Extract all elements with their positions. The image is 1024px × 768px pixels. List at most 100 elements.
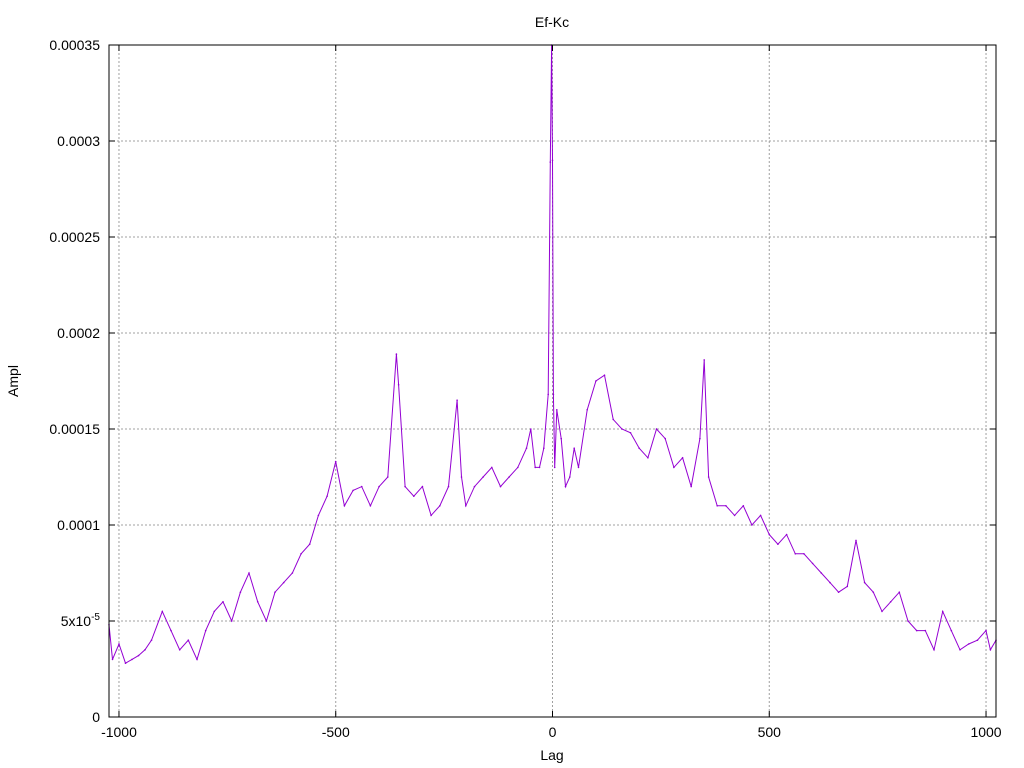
- series-point: [586, 409, 588, 411]
- series-point: [204, 629, 207, 632]
- series-point: [118, 643, 120, 645]
- y-tick-label: 0.00025: [49, 229, 100, 245]
- y-tick-label: 0: [92, 709, 100, 725]
- series-point: [638, 447, 640, 450]
- series-point: [742, 505, 745, 507]
- series-point: [803, 553, 805, 555]
- series-point: [248, 572, 250, 574]
- series-point: [534, 466, 536, 469]
- series-point: [395, 353, 398, 355]
- series-point: [924, 629, 927, 632]
- series-point: [413, 495, 415, 498]
- series-point: [556, 409, 558, 411]
- series-point: [482, 476, 484, 478]
- y-tick-label: 0.0003: [57, 133, 100, 149]
- series-point: [907, 620, 909, 622]
- series-point: [989, 649, 992, 651]
- series-point: [547, 393, 549, 396]
- series-point: [456, 399, 458, 402]
- x-axis-label: Lag: [540, 747, 563, 763]
- series-point: [569, 476, 571, 478]
- series-point: [439, 505, 441, 507]
- series-point: [291, 572, 294, 574]
- series-point: [308, 543, 311, 545]
- series-point: [664, 437, 666, 440]
- series-point: [317, 514, 320, 517]
- series-point: [447, 485, 450, 488]
- series-point: [222, 601, 224, 603]
- chart-svg: -1000 -500 0 500 1000 0 5x10-5 0.0001 0.00015 0.0…: [5, 14, 1002, 763]
- series-point: [829, 581, 831, 584]
- series-point: [881, 610, 883, 613]
- series-point: [187, 639, 190, 641]
- series-point: [256, 601, 259, 603]
- series-point: [421, 485, 424, 488]
- series-point: [499, 485, 502, 488]
- series-point: [673, 466, 675, 469]
- series-point: [397, 384, 400, 386]
- series-point: [144, 649, 146, 651]
- series-point: [785, 533, 788, 536]
- series-point: [863, 581, 866, 584]
- series-point: [326, 495, 328, 498]
- series-point: [352, 489, 354, 492]
- series-point: [196, 658, 198, 661]
- series-point: [751, 524, 753, 526]
- series-point: [508, 476, 510, 478]
- series-point: [777, 543, 779, 545]
- series-point: [595, 380, 597, 382]
- series-point: [430, 514, 432, 517]
- series-point: [282, 581, 285, 584]
- series-point: [725, 505, 727, 507]
- x-tick-label: -1000: [101, 724, 137, 740]
- series-point: [460, 476, 463, 478]
- series-point: [230, 620, 233, 622]
- series-point: [837, 591, 840, 593]
- series-point: [300, 553, 302, 555]
- series-point: [551, 159, 554, 161]
- series-point: [274, 591, 276, 593]
- series-point: [933, 649, 935, 651]
- series-point: [976, 639, 979, 641]
- series-point: [759, 514, 762, 517]
- series-point: [950, 629, 953, 632]
- series-point: [161, 610, 164, 613]
- y-tick-label: 0.0002: [57, 325, 100, 341]
- y-tick-label: 5x10-5: [61, 612, 101, 629]
- y-tick-label: 0.00035: [49, 37, 100, 53]
- series-point: [378, 485, 380, 488]
- series-point: [941, 610, 944, 613]
- series-point: [538, 466, 541, 469]
- series-point: [733, 514, 736, 517]
- series-point: [387, 476, 389, 478]
- series-point: [150, 639, 153, 641]
- x-tick-label: -500: [322, 724, 350, 740]
- series-point: [577, 466, 580, 469]
- series-point: [647, 457, 649, 459]
- series-point: [343, 505, 346, 507]
- series-point: [959, 649, 961, 651]
- series-point: [967, 643, 970, 645]
- series-point: [811, 562, 814, 565]
- series-point: [543, 447, 545, 450]
- series-point: [603, 374, 606, 377]
- series-point: [552, 393, 555, 396]
- series-point: [465, 505, 467, 507]
- chart-title: Ef-Kc: [535, 14, 569, 30]
- series-point: [621, 428, 623, 430]
- series-point: [855, 539, 857, 542]
- series-point: [213, 610, 216, 613]
- series-point: [703, 359, 705, 361]
- series-point: [239, 591, 242, 593]
- series-point: [549, 161, 552, 163]
- series-point: [794, 553, 797, 555]
- series-point: [612, 418, 614, 421]
- series-point: [655, 428, 658, 430]
- series-point: [699, 437, 701, 440]
- series-point: [681, 457, 684, 459]
- series-point: [898, 591, 901, 593]
- series-point: [530, 428, 532, 430]
- x-tick-label: 1000: [970, 724, 1001, 740]
- series-point: [564, 485, 567, 488]
- x-tick-label: 0: [549, 724, 557, 740]
